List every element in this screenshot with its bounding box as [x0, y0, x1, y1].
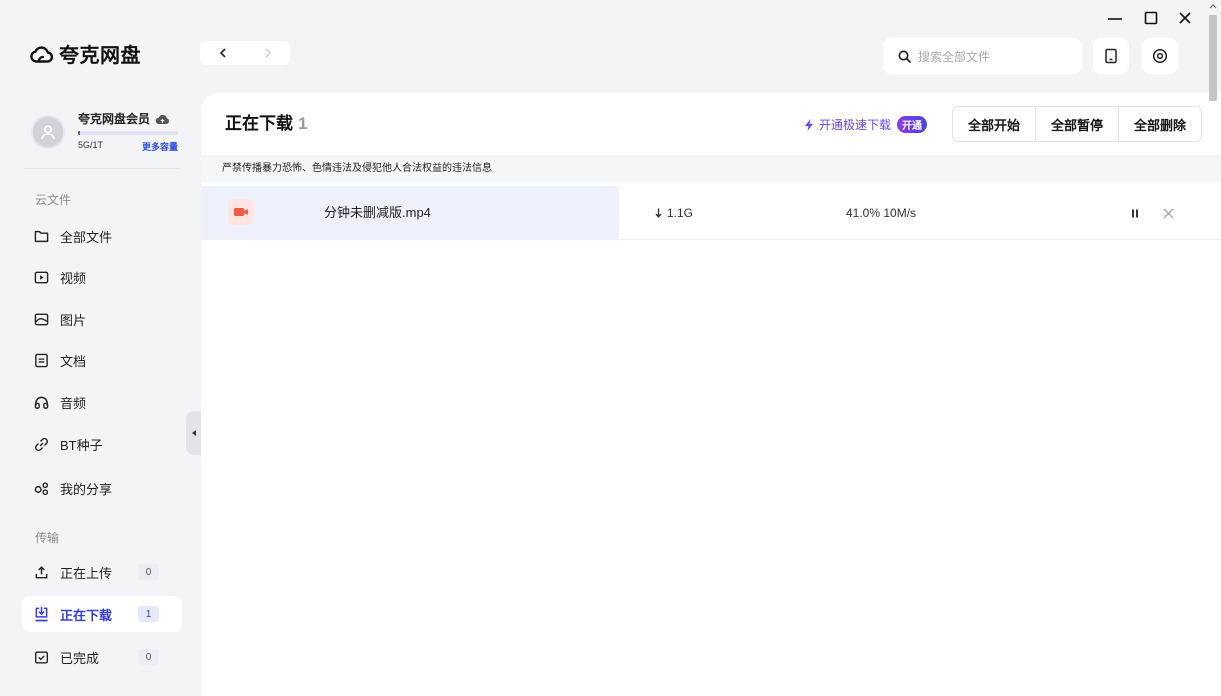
storage-progress-fill: [78, 131, 80, 135]
scroll-up-icon[interactable]: [1208, 2, 1218, 10]
share-icon: [34, 481, 49, 496]
minimize-button[interactable]: [1102, 5, 1128, 31]
download-status: 41.0% 10M/s: [846, 186, 916, 240]
chevron-left-icon: [219, 48, 226, 58]
main-panel: 正在下载 1 开通极速下载 开通 全部开始 全部暂停 全部删除 严禁传播暴力恐怖、…: [201, 93, 1221, 696]
maximize-button[interactable]: [1138, 5, 1164, 31]
completed-icon: [34, 650, 49, 665]
sidebar-item-label: BT种子: [60, 437, 103, 453]
file-name: 分钟未删减版.mp4: [324, 205, 431, 220]
progress-percent: 41.0%: [846, 206, 881, 220]
collapse-left-icon: [191, 430, 196, 436]
sidebar-divider: [24, 168, 180, 169]
sidebar-item-label: 全部文件: [60, 229, 113, 245]
chevron-right-icon: [265, 48, 271, 58]
pause-icon: [1132, 209, 1138, 217]
speedup-badge[interactable]: 开通: [897, 116, 928, 133]
image-icon: [34, 312, 49, 327]
sidebar-item-documents[interactable]: 文档: [22, 342, 182, 378]
start-all-button[interactable]: 全部开始: [953, 107, 1035, 141]
sidebar-item-label: 我的分享: [60, 481, 113, 497]
user-icon: [41, 125, 55, 140]
search-icon: [898, 50, 911, 63]
video-icon: [34, 270, 49, 285]
sidebar-item-label: 正在上传: [60, 565, 113, 581]
folder-icon: [34, 229, 49, 244]
delete-all-button[interactable]: 全部删除: [1118, 107, 1201, 141]
maximize-icon: [1144, 11, 1158, 25]
cloud-logo-icon: [30, 45, 53, 63]
user-name[interactable]: 夸克网盘会员: [78, 110, 170, 127]
pause-button[interactable]: [1127, 205, 1143, 221]
search-input[interactable]: 搜索全部文件: [883, 38, 1082, 74]
sidebar-item-label: 视频: [60, 270, 87, 286]
upload-icon: [34, 565, 49, 580]
notice-bar: 严禁传播暴力恐怖、色情违法及侵犯他人合法权益的违法信息: [201, 155, 1221, 182]
settings-icon: [1152, 48, 1168, 64]
count-badge: 1: [138, 606, 159, 622]
close-icon: [1179, 12, 1191, 24]
bulk-action-buttons: 全部开始 全部暂停 全部删除: [952, 106, 1202, 142]
phone-button[interactable]: [1093, 38, 1129, 74]
storage-usage: 5G/1T: [78, 140, 104, 150]
sidebar-item-bt-seeds[interactable]: BT种子: [22, 426, 182, 462]
page-title-text: 正在下载: [225, 114, 293, 133]
sidebar-item-uploading[interactable]: 正在上传 0: [22, 554, 182, 590]
download-row[interactable]: 分钟未删减版.mp4 1.1G 41.0% 10M/s: [201, 186, 1221, 240]
sidebar-item-images[interactable]: 图片: [22, 301, 182, 337]
forward-button[interactable]: [245, 41, 290, 65]
document-icon: [34, 353, 49, 368]
file-size: 1.1G: [655, 186, 693, 240]
lightning-icon: [805, 118, 813, 131]
close-icon: [1163, 208, 1173, 218]
sidebar-item-label: 文档: [60, 353, 87, 369]
page-title: 正在下载 1: [225, 113, 307, 135]
sidebar-item-my-shares[interactable]: 我的分享: [22, 470, 182, 506]
sidebar-item-label: 图片: [60, 312, 87, 328]
sidebar-item-all-files[interactable]: 全部文件: [22, 218, 182, 254]
down-arrow-icon: [655, 208, 662, 218]
headphones-icon: [34, 395, 49, 410]
history-nav: [200, 41, 290, 65]
section-title-transfer: 传输: [35, 531, 60, 545]
sidebar-collapse-handle[interactable]: [186, 411, 201, 455]
section-title-cloud: 云文件: [35, 193, 72, 207]
download-speed: 10M/s: [883, 206, 917, 220]
pause-all-button[interactable]: 全部暂停: [1035, 107, 1118, 141]
minimize-icon: [1108, 18, 1122, 20]
back-button[interactable]: [200, 41, 245, 65]
remove-download-button[interactable]: [1160, 205, 1176, 221]
cloud-upload-icon: [155, 114, 169, 124]
app-name: 夸克网盘: [59, 44, 141, 67]
phone-icon: [1105, 48, 1117, 64]
speedup-promo[interactable]: 开通极速下载 开通: [804, 116, 928, 133]
download-count: 1: [298, 114, 308, 133]
more-storage-link[interactable]: 更多容量: [138, 140, 178, 153]
sidebar-item-label: 音频: [60, 395, 87, 411]
search-placeholder: 搜索全部文件: [918, 49, 991, 64]
avatar[interactable]: [31, 115, 65, 149]
settings-button[interactable]: [1142, 38, 1178, 74]
scrollbar-thumb[interactable]: [1209, 15, 1217, 101]
sidebar-item-downloading[interactable]: 正在下载 1: [22, 596, 182, 632]
speedup-label: 开通极速下载: [819, 118, 892, 132]
sidebar-item-audio[interactable]: 音频: [22, 384, 182, 420]
sidebar-item-label: 正在下载: [60, 607, 113, 623]
video-file-icon: [228, 199, 254, 225]
count-badge: 0: [138, 564, 159, 580]
member-label: 夸克网盘会员: [78, 112, 151, 126]
download-icon: [34, 606, 49, 622]
link-icon: [34, 437, 49, 452]
storage-progress-bar: [78, 131, 178, 135]
app-logo: 夸克网盘: [29, 40, 141, 67]
sidebar-item-label: 已完成: [60, 650, 100, 666]
count-badge: 0: [138, 649, 159, 665]
sidebar-item-video[interactable]: 视频: [22, 259, 182, 295]
sidebar-item-completed[interactable]: 已完成 0: [22, 639, 182, 675]
close-window-button[interactable]: [1172, 5, 1198, 31]
file-size-value: 1.1G: [667, 206, 694, 220]
